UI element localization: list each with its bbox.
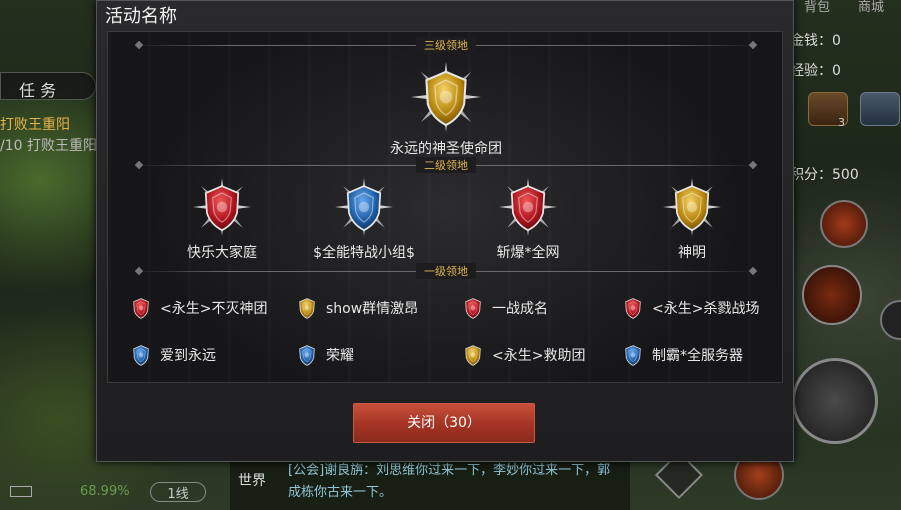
guild-tier2-4[interactable]: 神明 <box>622 178 762 262</box>
task-tab[interactable]: 任 务 <box>0 72 96 100</box>
guild-name: 制霸*全服务器 <box>652 348 743 364</box>
score-readout: 积分：500 <box>790 167 859 183</box>
attack-button[interactable] <box>792 358 878 444</box>
red-guild-crest-icon <box>460 291 486 325</box>
tier2-label: 二级领地 <box>416 157 476 173</box>
guild-tier1-7[interactable]: <永生>救助团 <box>460 338 585 372</box>
chat-message: [公会]谢良旃：刘思维你过来一下，李妙你过来一下，郭成栋你古来一下。 <box>288 463 611 500</box>
guild-tier1-2[interactable]: show群情激昂 <box>294 291 418 325</box>
guild-tier1-5[interactable]: 爱到永远 <box>128 338 216 372</box>
chest-count: 3 <box>838 116 845 129</box>
territory-dialog: 活动名称 三级领地 永远的神圣使命团 二级领地 快乐大家庭 $全能特战小组$ 斩… <box>96 0 794 462</box>
gold-guild-crest-icon <box>294 291 320 325</box>
guild-tier1-8[interactable]: 制霸*全服务器 <box>620 338 743 372</box>
guild-name: <永生>杀戮战场 <box>652 301 760 317</box>
tier2-divider: 二级领地 <box>134 157 758 173</box>
experience-readout: 经验：0 <box>790 63 841 79</box>
guild-name: 斩爆*全网 <box>496 245 560 261</box>
blue-guild-crest-icon <box>620 338 646 372</box>
gold-guild-crest-icon <box>663 178 721 236</box>
guild-tier3[interactable]: 永远的神圣使命团 <box>346 62 546 158</box>
close-button[interactable]: 关闭（30） <box>353 403 535 443</box>
gold-guild-crest-icon <box>460 338 486 372</box>
guild-name: <永生>救助团 <box>492 348 586 364</box>
red-guild-crest-icon <box>128 291 154 325</box>
blue-guild-crest-icon <box>128 338 154 372</box>
tier3-divider: 三级领地 <box>134 37 758 53</box>
bag-button[interactable]: 背包 <box>804 0 830 15</box>
gold-guild-crest-icon <box>411 62 481 132</box>
dialog-title: 活动名称 <box>105 6 177 27</box>
skill-button-1[interactable] <box>820 200 868 248</box>
tier3-label: 三级领地 <box>416 37 476 53</box>
red-guild-crest-icon <box>499 178 557 236</box>
guild-tier2-2[interactable]: $全能特战小组$ <box>294 178 434 262</box>
guild-name: 神明 <box>678 245 706 261</box>
guild-name: $全能特战小组$ <box>313 245 415 261</box>
quest-tracker-2[interactable]: /10 打败王重阳 <box>0 135 97 155</box>
red-guild-crest-icon <box>193 178 251 236</box>
tier1-divider: 一级领地 <box>134 263 758 279</box>
silver-chest-icon[interactable] <box>860 92 900 126</box>
shop-button[interactable]: 商城 <box>858 0 884 15</box>
quest-tracker-1[interactable]: 打败王重阳 <box>0 114 70 134</box>
guild-name: show群情激昂 <box>326 301 419 317</box>
guild-tier1-4[interactable]: <永生>杀戮战场 <box>620 291 759 325</box>
guild-name: 快乐大家庭 <box>187 245 257 261</box>
guild-name: <永生>不灭神团 <box>160 301 268 317</box>
guild-tier2-3[interactable]: 斩爆*全网 <box>458 178 598 262</box>
blue-guild-crest-icon <box>294 338 320 372</box>
chat-channel-label[interactable]: 世界 <box>238 470 266 490</box>
territory-panel: 三级领地 永远的神圣使命团 二级领地 快乐大家庭 $全能特战小组$ 斩爆*全网 … <box>107 31 783 383</box>
battery-percent: 68.99% <box>80 484 130 499</box>
server-line-button[interactable]: 1线 <box>150 482 206 502</box>
skill-button-2[interactable] <box>802 265 862 325</box>
guild-name: 爱到永远 <box>160 348 216 364</box>
guild-tier1-1[interactable]: <永生>不灭神团 <box>128 291 267 325</box>
tier1-label: 一级领地 <box>416 263 476 279</box>
guild-tier2-1[interactable]: 快乐大家庭 <box>152 178 292 262</box>
guild-name: 一战成名 <box>492 301 548 317</box>
guild-tier1-6[interactable]: 荣耀 <box>294 338 354 372</box>
guild-name: 永远的神圣使命团 <box>390 141 502 157</box>
guild-name: 荣耀 <box>326 348 354 364</box>
battery-icon <box>10 486 32 497</box>
blue-guild-crest-icon <box>335 178 393 236</box>
red-guild-crest-icon <box>620 291 646 325</box>
money-readout: 金钱：0 <box>790 33 841 49</box>
guild-tier1-3[interactable]: 一战成名 <box>460 291 548 325</box>
